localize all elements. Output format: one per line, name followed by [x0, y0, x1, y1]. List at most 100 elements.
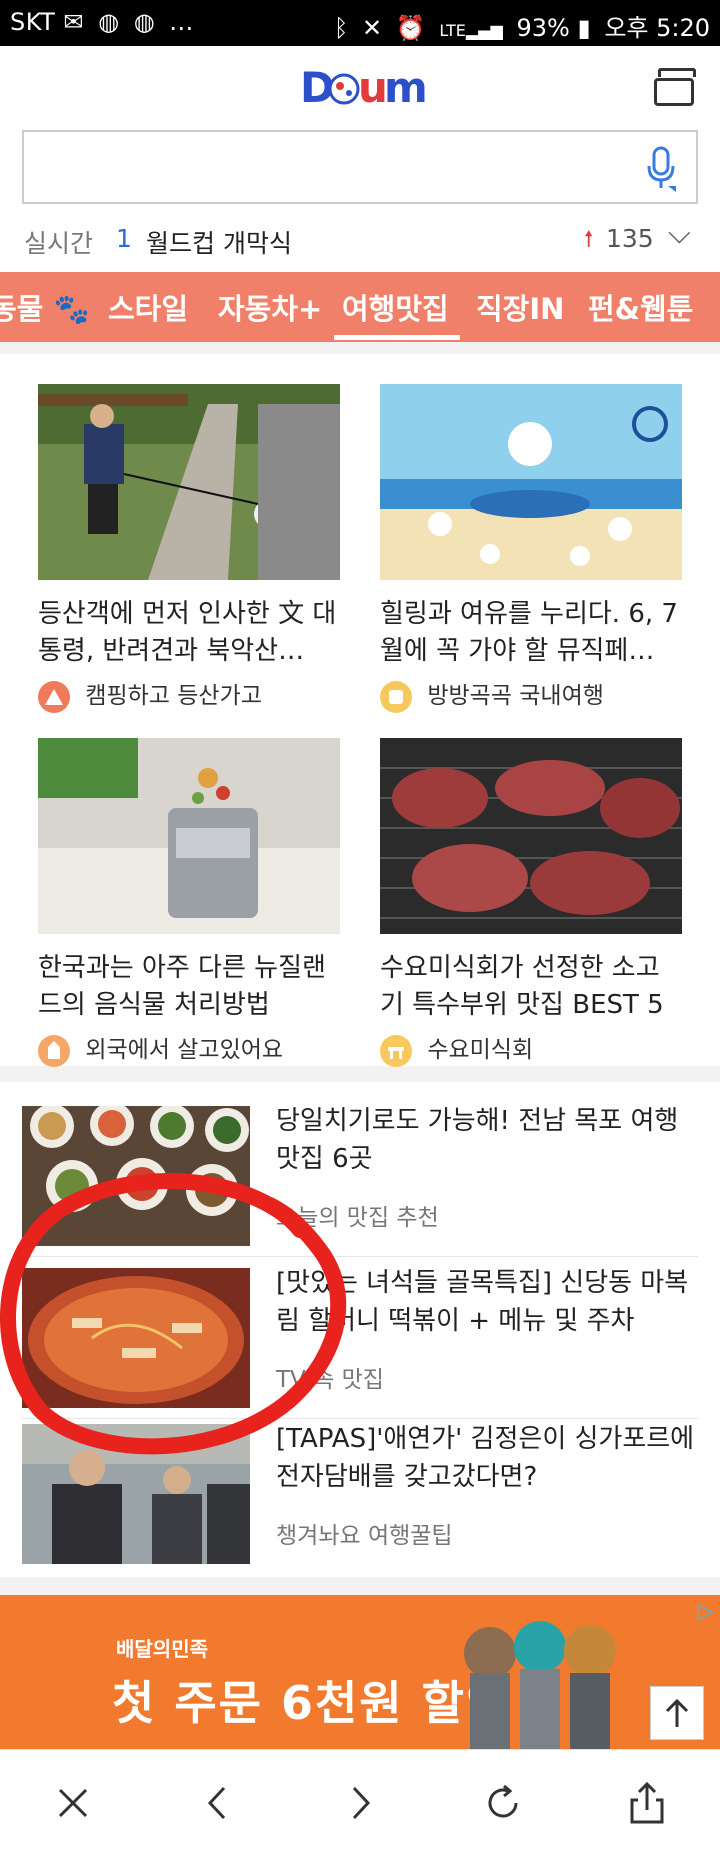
- article-title[interactable]: 수요미식회가 선정한 소고기 특수부위 맛집 BEST 5: [380, 950, 682, 1024]
- side-dishes-photo: [22, 1106, 250, 1246]
- back-icon[interactable]: [192, 1778, 242, 1828]
- article-source[interactable]: 수요미식회: [380, 1032, 682, 1068]
- bluetooth-icon: ᛒ: [333, 14, 349, 42]
- battery-percent: 93%: [516, 14, 570, 42]
- ad-brand: 배달의민족: [116, 1637, 208, 1661]
- scroll-top-button[interactable]: [650, 1686, 704, 1740]
- article-source[interactable]: 캠핑하고 등산가고: [38, 678, 340, 714]
- music-festival-illustration: [380, 384, 682, 580]
- realtime-label: 실시간: [24, 229, 94, 258]
- table-icon: [380, 1034, 412, 1067]
- hiking-photo: [38, 384, 340, 580]
- tab-fun-webtoon[interactable]: 펀&웹툰: [588, 286, 693, 328]
- people-photo: [22, 1424, 250, 1564]
- list-source[interactable]: TV 속 맛집: [276, 1360, 384, 1394]
- list-thumbnail[interactable]: [22, 1268, 250, 1408]
- mic-icon[interactable]: [646, 146, 676, 192]
- signal-icon: LTE▂▄▆: [439, 21, 503, 40]
- bus-glyph: [389, 689, 403, 704]
- menu-button[interactable]: [654, 68, 696, 106]
- list-item[interactable]: [맛있는 녀석들 골목특집] 신당동 마복림 할머니 떡볶이 + 메뉴 및 주차…: [22, 1268, 698, 1412]
- article-source[interactable]: 외국에서 살고있어요: [38, 1032, 340, 1068]
- article-source[interactable]: 방방곡곡 국내여행: [380, 678, 682, 714]
- forward-icon[interactable]: [336, 1778, 386, 1828]
- ad-copy: 첫 주문 6천원 할인: [112, 1676, 511, 1730]
- table-glyph: [388, 1046, 404, 1059]
- realtime-rank: 1: [116, 224, 132, 253]
- list-title[interactable]: [맛있는 녀석들 골목특집] 신당동 마복림 할머니 떡볶이 + 메뉴 및 주차: [276, 1264, 696, 1340]
- bus-icon: [380, 680, 412, 713]
- ad-banner[interactable]: 배달의민족 첫 주문 6천원 할인 ▷: [0, 1595, 720, 1749]
- status-right: ᛒ ✕ ⏰ LTE▂▄▆ 93% ▮ 오후 5:20: [334, 8, 710, 43]
- article-title[interactable]: 한국과는 아주 다른 뉴질랜드의 음식물 처리방법: [38, 950, 340, 1024]
- list-source[interactable]: 챙겨놔요 여행꿀팁: [276, 1516, 453, 1550]
- daum-logo[interactable]: D u m: [300, 62, 430, 112]
- clock: 오후 5:20: [604, 14, 710, 42]
- realtime-keyword[interactable]: 월드컵 개막식: [146, 224, 292, 260]
- article-title[interactable]: 힐링과 여유를 누리다. 6, 7월에 꼭 가야 할 뮤직페…: [380, 596, 682, 670]
- tab-style[interactable]: 스타일: [108, 286, 188, 328]
- carrier-label: SKT: [10, 8, 56, 36]
- article-list: 당일치기로도 가능해! 전남 목포 여행 맛집 6곳 오늘의 맛집 추천 [맛있…: [0, 1082, 720, 1577]
- divider: [22, 1256, 698, 1257]
- article-card[interactable]: 힐링과 여유를 누리다. 6, 7월에 꼭 가야 할 뮤직페… 방방곡곡 국내여…: [380, 384, 682, 714]
- kitchen-sink-photo: [38, 738, 340, 934]
- rank-up-icon: 🠕: [584, 227, 594, 252]
- mute-icon: ✕: [362, 14, 383, 42]
- search-input[interactable]: [38, 132, 602, 200]
- article-thumbnail[interactable]: [380, 384, 682, 580]
- article-card[interactable]: 수요미식회가 선정한 소고기 특수부위 맛집 BEST 5 수요미식회: [380, 738, 682, 1068]
- article-thumbnail[interactable]: [38, 738, 340, 934]
- alarm-icon: ⏰: [395, 14, 426, 42]
- article-thumbnail[interactable]: [380, 738, 682, 934]
- list-thumbnail[interactable]: [22, 1106, 250, 1246]
- list-title[interactable]: [TAPAS]'애연가' 김정은이 싱가포르에 전자담배를 갖고갔다면?: [276, 1420, 696, 1496]
- source-label: 수요미식회: [427, 1037, 534, 1063]
- tab-travel-food[interactable]: 여행맛집: [342, 286, 449, 328]
- list-source[interactable]: 오늘의 맛집 추천: [276, 1198, 439, 1232]
- tteokbokki-photo: [22, 1268, 250, 1408]
- article-card[interactable]: 등산객에 먼저 인사한 文 대통령, 반려견과 북악산… 캠핑하고 등산가고: [38, 384, 340, 714]
- adchoices-icon[interactable]: ▷: [697, 1599, 714, 1624]
- close-icon[interactable]: [48, 1778, 98, 1828]
- browser-bottom-bar: [0, 1749, 720, 1852]
- arrow-up-icon: [665, 1698, 689, 1727]
- ad-characters-illustration: [464, 1621, 616, 1749]
- search-area: [0, 128, 720, 214]
- active-tab-indicator: [334, 335, 460, 340]
- chevron-down-icon[interactable]: ⌵: [668, 216, 691, 251]
- list-thumbnail[interactable]: [22, 1424, 250, 1564]
- status-bar: SKT ✉ ◍ ◍ ... ᛒ ✕ ⏰ LTE▂▄▆ 93% ▮ 오후 5:20: [0, 0, 720, 46]
- category-tabs: 동물 🐾 스타일 자동차+ 여행맛집 직장IN 펀&웹툰: [0, 272, 720, 342]
- article-title[interactable]: 등산객에 먼저 인사한 文 대통령, 반려견과 북악산…: [38, 596, 340, 670]
- article-card[interactable]: 한국과는 아주 다른 뉴질랜드의 음식물 처리방법 외국에서 살고있어요: [38, 738, 340, 1068]
- tab-animals[interactable]: 동물 🐾: [0, 286, 90, 328]
- menu-icon: [654, 78, 694, 106]
- svg-text:m: m: [384, 63, 428, 112]
- list-title[interactable]: 당일치기로도 가능해! 전남 목포 여행 맛집 6곳: [276, 1102, 696, 1178]
- camping-icon: [38, 680, 70, 713]
- tab-work[interactable]: 직장IN: [476, 286, 564, 328]
- divider: [22, 1418, 698, 1419]
- list-item[interactable]: [TAPAS]'애연가' 김정은이 싱가포르에 전자담배를 갖고갔다면? 챙겨놔…: [22, 1424, 698, 1568]
- refresh-icon[interactable]: [478, 1778, 528, 1828]
- castle-glyph: [48, 1040, 60, 1059]
- status-left: SKT ✉ ◍ ◍ ...: [10, 8, 194, 36]
- list-item[interactable]: 당일치기로도 가능해! 전남 목포 여행 맛집 6곳 오늘의 맛집 추천: [22, 1106, 698, 1250]
- fire-icon: ◍: [98, 8, 120, 36]
- realtime-keywords[interactable]: 실시간 1 월드컵 개막식 🠕 135 ⌵: [0, 214, 720, 272]
- source-label: 외국에서 살고있어요: [85, 1037, 284, 1063]
- grilled-beef-photo: [380, 738, 682, 934]
- source-label: 방방곡곡 국내여행: [427, 683, 604, 709]
- tent-glyph: [45, 688, 63, 705]
- app-header: D u m: [0, 46, 720, 128]
- logo-graphic: D u m: [300, 63, 428, 112]
- more-notifications: ...: [169, 8, 194, 36]
- search-box[interactable]: [22, 130, 698, 204]
- share-icon[interactable]: [622, 1778, 672, 1828]
- article-thumbnail[interactable]: [38, 384, 340, 580]
- fire-icon: ◍: [133, 8, 156, 36]
- menu-icon-top: [658, 68, 696, 77]
- tab-cars[interactable]: 자동차+: [218, 286, 322, 328]
- mail-icon: ✉: [63, 8, 85, 36]
